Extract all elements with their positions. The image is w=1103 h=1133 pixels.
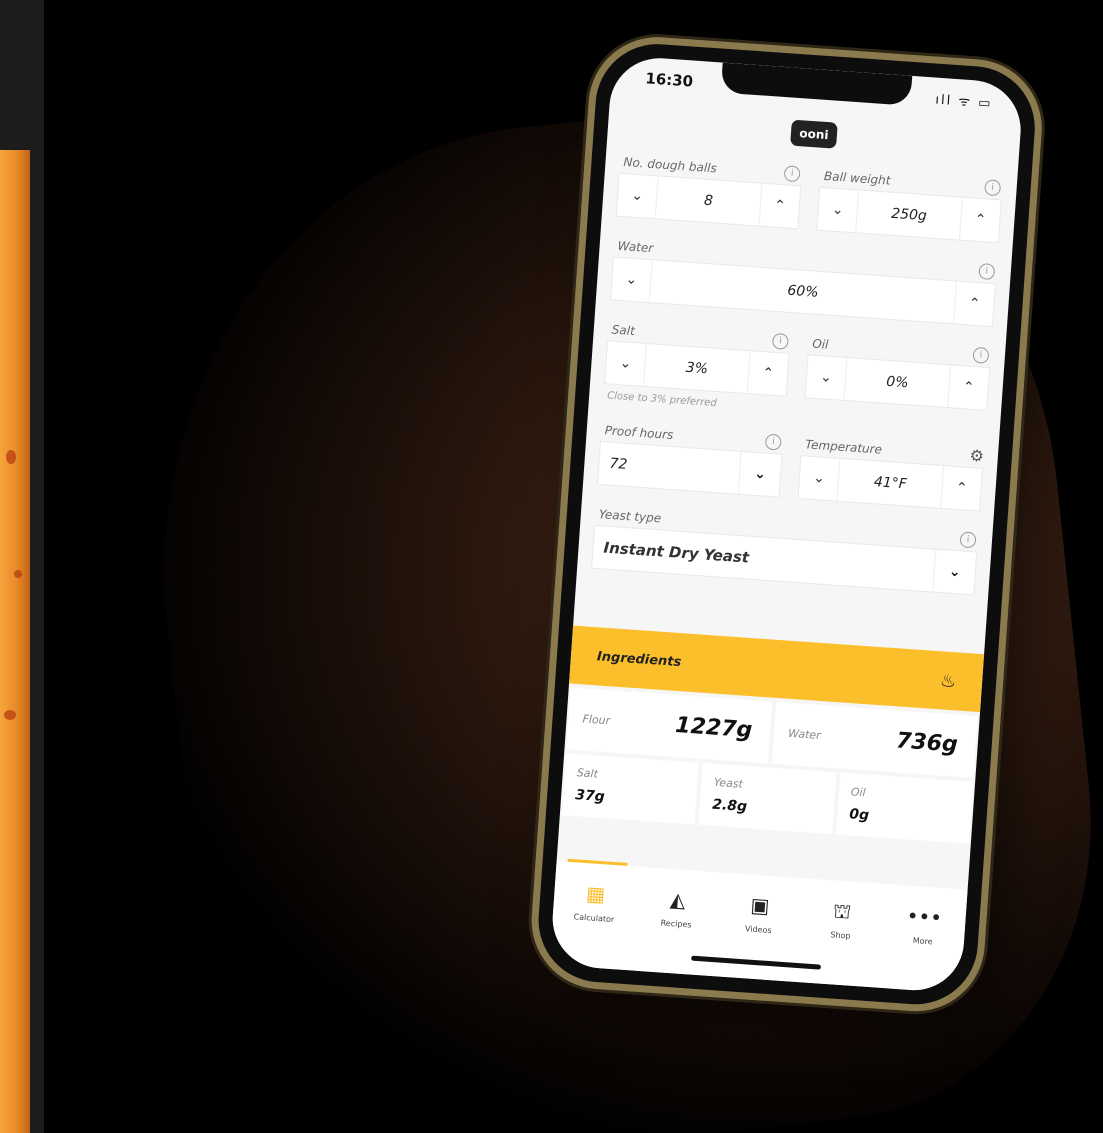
chevron-down-icon: ⌄ [812, 469, 826, 487]
yeast-amount-value: 2.8g [711, 796, 748, 816]
ingredients-grid: Flour 1227g Water 736g Salt 37g Yeast 2.… [560, 685, 980, 845]
dough-balls-value[interactable]: 8 [656, 176, 762, 225]
decrement-button[interactable]: ⌄ [605, 341, 647, 386]
increment-button[interactable]: ⌃ [758, 183, 801, 229]
salt-amount-value: 37g [574, 787, 606, 806]
oil-amount-value: 0g [848, 806, 870, 824]
gear-icon[interactable]: ⚙ [969, 445, 985, 468]
brand-logo: ooni [790, 119, 838, 149]
chevron-down-icon: ⌄ [624, 271, 638, 289]
decrement-button[interactable]: ⌄ [610, 257, 653, 303]
status-icons: ıll ᯤ ▭ [934, 92, 994, 112]
proof-hours-field: Proof hours i 72 ⌄ [596, 419, 784, 498]
info-icon[interactable]: i [959, 531, 977, 549]
phone-screen: 16:30 ıll ᯤ ▭ ooni No. dough balls i ⌄ 8 [549, 54, 1024, 994]
water-amount: Water 736g [771, 701, 978, 778]
chevron-up-icon: ⌃ [973, 211, 987, 229]
bowl-icon: ♨ [939, 669, 957, 692]
water-amount-label: Water [787, 726, 822, 743]
chevron-down-icon[interactable]: ⌄ [932, 549, 977, 595]
tab-more[interactable]: ••• More [889, 903, 955, 993]
info-icon[interactable]: i [783, 165, 801, 183]
water-field: Water i ⌄ 60% ⌃ [609, 234, 998, 328]
flour-amount: Flour 1227g [566, 687, 773, 764]
yeast-type-field: Yeast type i Instant Dry Yeast ⌄ [591, 503, 979, 596]
chevron-up-icon: ⌃ [761, 365, 775, 382]
ingredients-title: Ingredients [596, 648, 682, 670]
increment-button[interactable]: ⌃ [953, 281, 995, 327]
ball-weight-field: Ball weight i ⌄ 250g ⌃ [816, 165, 1003, 244]
chevron-up-icon: ⌃ [968, 295, 981, 313]
proof-hours-value: 72 [608, 455, 628, 473]
pizza-slice-icon: ◭ [669, 887, 687, 913]
temperature-field: Temperature ⚙ ⌄ 41°F ⌃ [797, 433, 985, 512]
pizza-crust-image [0, 150, 30, 1133]
increment-button[interactable]: ⌃ [746, 351, 789, 396]
chevron-down-icon: ⌄ [619, 355, 632, 372]
info-icon[interactable]: i [972, 346, 990, 364]
flour-label: Flour [582, 712, 611, 728]
tab-shop[interactable]: ⛫ Shop [807, 897, 873, 987]
chevron-down-icon[interactable]: ⌄ [737, 451, 782, 497]
salt-value[interactable]: 3% [644, 344, 750, 393]
basket-icon: ⛫ [832, 898, 853, 924]
chevron-up-icon: ⌃ [962, 379, 976, 396]
tv-icon: ▣ [749, 892, 771, 918]
phone-frame: 16:30 ıll ᯤ ▭ ooni No. dough balls i ⌄ 8 [534, 40, 1039, 1009]
chevron-down-icon: ⌄ [630, 187, 644, 205]
info-icon[interactable]: i [771, 332, 789, 350]
chevron-down-icon: ⌄ [819, 369, 833, 386]
oil-field: Oil i ⌄ 0% ⌃ [803, 332, 991, 428]
tab-calculator[interactable]: ▦ Calculator [560, 858, 628, 970]
dough-balls-field: No. dough balls i ⌄ 8 ⌃ [615, 151, 803, 230]
decrement-button[interactable]: ⌄ [805, 355, 848, 400]
oil-amount: Oil 0g [835, 772, 974, 844]
decrement-button[interactable]: ⌄ [817, 187, 860, 233]
decrement-button[interactable]: ⌄ [798, 456, 841, 501]
increment-button[interactable]: ⌃ [958, 197, 1001, 243]
bottom-tab-bar: ▦ Calculator ◭ Recipes ▣ Videos ⛫ Shop •… [549, 858, 968, 994]
more-dots-icon: ••• [905, 903, 943, 930]
salt-amount: Salt 37g [561, 753, 700, 825]
calculator-icon: ▦ [585, 881, 606, 907]
info-icon[interactable]: i [764, 433, 782, 451]
increment-button[interactable]: ⌃ [940, 465, 983, 511]
chevron-up-icon: ⌃ [773, 197, 787, 215]
tab-videos[interactable]: ▣ Videos [725, 891, 791, 981]
scene-background: 16:30 ıll ᯤ ▭ ooni No. dough balls i ⌄ 8 [0, 0, 1103, 1133]
oil-value[interactable]: 0% [844, 358, 950, 407]
status-time: 16:30 [644, 69, 694, 91]
temperature-value[interactable]: 41°F [837, 459, 943, 508]
info-icon[interactable]: i [978, 263, 996, 281]
salt-amount-label: Salt [576, 766, 599, 781]
yeast-amount-label: Yeast [713, 775, 744, 791]
decrement-button[interactable]: ⌄ [616, 173, 659, 219]
yeast-amount: Yeast 2.8g [698, 762, 837, 835]
ball-weight-value[interactable]: 250g [856, 190, 962, 239]
chevron-up-icon: ⌃ [955, 479, 969, 497]
dough-calculator-form: No. dough balls i ⌄ 8 ⌃ Ball weight i ⌄ … [590, 151, 1004, 614]
left-strip [0, 0, 44, 1133]
info-icon[interactable]: i [984, 179, 1002, 197]
tab-recipes[interactable]: ◭ Recipes [643, 885, 709, 975]
salt-field: Salt i ⌄ 3% ⌃ Close to 3% preferred [603, 318, 791, 414]
increment-button[interactable]: ⌃ [947, 365, 990, 410]
flour-value: 1227g [674, 712, 754, 744]
water-amount-value: 736g [895, 728, 959, 758]
oil-amount-label: Oil [850, 785, 867, 800]
chevron-down-icon: ⌄ [831, 201, 845, 219]
